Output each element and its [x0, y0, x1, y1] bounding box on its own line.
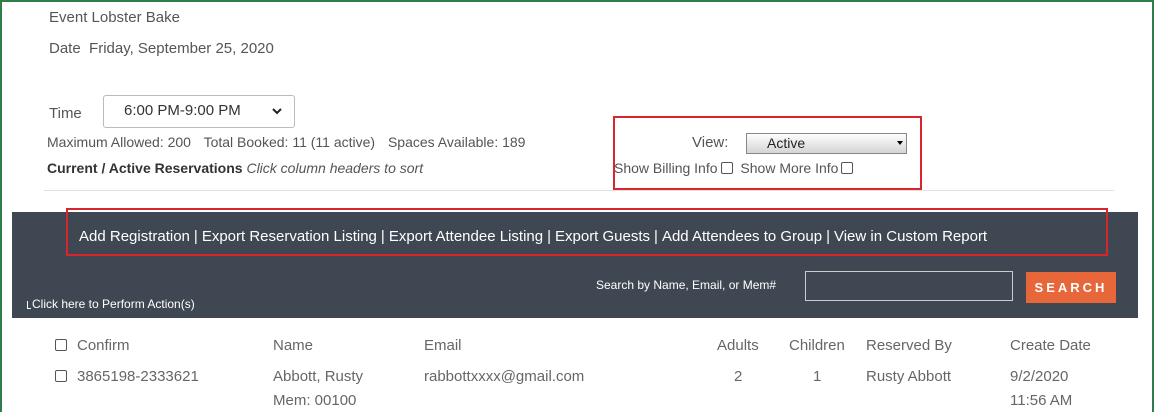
date-label: Date: [49, 40, 81, 57]
event-name: Lobster Bake: [91, 9, 180, 26]
divider: [44, 190, 1114, 191]
perform-actions-label: Click here to Perform Action(s): [32, 297, 195, 311]
search-label: Search by Name, Email, or Mem#: [596, 278, 777, 292]
row-create-date: 9/2/2020: [1010, 368, 1069, 385]
spaces-available: Spaces Available: 189: [387, 134, 526, 150]
row-checkbox[interactable]: [55, 370, 67, 382]
row-reserved-by: Rusty Abbott: [866, 368, 952, 385]
page-frame: [0, 0, 1154, 412]
current-reservations-heading: Current / Active Reservations Click colu…: [47, 160, 423, 176]
row-name[interactable]: Abbott, Rusty: [273, 368, 363, 385]
action-links-highlight: [66, 208, 1108, 256]
capacity-stats: Maximum Allowed: 200 Total Booked: 11 (1…: [47, 134, 534, 150]
view-controls-highlight: [613, 116, 922, 190]
total-booked: Total Booked: 11 (11 active): [203, 134, 376, 150]
chevron-down-icon: [272, 108, 282, 115]
time-label: Time: [49, 105, 82, 122]
perform-actions-link[interactable]: Click here to Perform Action(s): [27, 297, 195, 311]
column-header-name[interactable]: Name: [273, 337, 313, 354]
select-all-checkbox[interactable]: [55, 339, 67, 351]
row-adults: 2: [734, 368, 743, 385]
column-header-reserved-by[interactable]: Reserved By: [866, 337, 952, 354]
column-header-adults[interactable]: Adults: [717, 337, 759, 354]
row-email: rabbottxxxx@gmail.com: [424, 368, 585, 385]
sort-hint: Click column headers to sort: [246, 160, 424, 176]
row-create-time: 11:56 AM: [1010, 392, 1073, 409]
table-row-confirm: 3865198-2333621: [55, 368, 199, 385]
row-children: 1: [813, 368, 822, 385]
confirm-header-label: Confirm: [77, 337, 130, 354]
event-date: Friday, September 25, 2020: [89, 40, 274, 57]
column-header-children[interactable]: Children: [789, 337, 845, 354]
time-select[interactable]: 6:00 PM-9:00 PM: [103, 95, 295, 128]
row-member-number: Mem: 00100: [273, 392, 357, 409]
time-select-value: 6:00 PM-9:00 PM: [124, 102, 241, 119]
current-title: Current / Active Reservations: [47, 160, 243, 176]
search-button[interactable]: SEARCH: [1026, 272, 1116, 303]
column-header-confirm[interactable]: Confirm: [55, 337, 130, 354]
column-header-create-date[interactable]: Create Date: [1010, 337, 1091, 354]
column-header-email[interactable]: Email: [424, 337, 462, 354]
confirmation-number: 3865198-2333621: [77, 368, 199, 385]
event-row: Event Lobster Bake: [49, 9, 180, 26]
max-allowed: Maximum Allowed: 200: [47, 134, 191, 150]
date-row: Date Friday, September 25, 2020: [49, 40, 274, 57]
event-label: Event: [49, 9, 88, 26]
corner-arrow-icon: [27, 301, 31, 309]
search-input[interactable]: [805, 271, 1013, 301]
